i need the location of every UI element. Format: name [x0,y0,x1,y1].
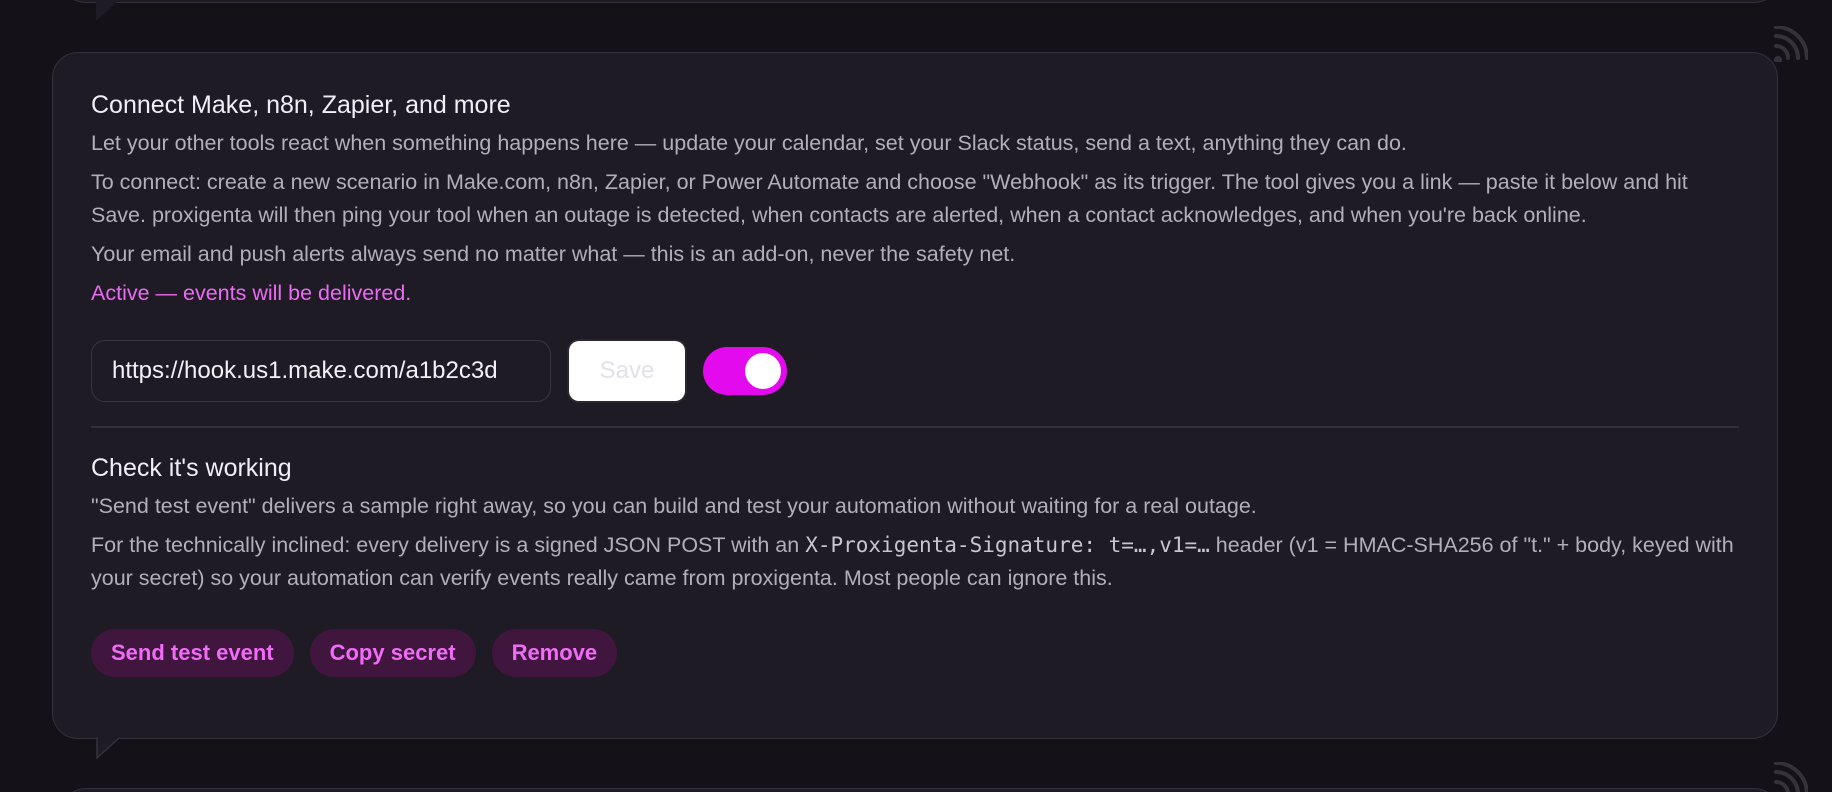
toggle-knob [745,353,781,389]
signature-header-code: X-Proxigenta-Signature: t=…,v1=… [805,532,1210,557]
webhook-card: Connect Make, n8n, Zapier, and more Let … [52,52,1778,739]
webhook-title: Connect Make, n8n, Zapier, and more [91,91,511,119]
check-technical-note: For the technically inclined: every deli… [91,529,1739,595]
check-test-description: "Send test event" delivers a sample righ… [91,493,1257,518]
webhook-actions: Send test event Copy secret Remove [91,628,1739,677]
send-test-event-button[interactable]: Send test event [91,628,294,677]
webhook-url-input[interactable] [91,340,551,402]
previous-card-tail [96,1,118,21]
remove-button[interactable]: Remove [491,628,618,677]
webhook-intro: Let your other tools react when somethin… [91,131,1407,155]
card-tail [96,737,120,759]
tech-note-prefix: For the technically inclined: every deli… [91,532,806,557]
rss-feed-icon [1774,26,1808,62]
webhook-url-row: Save [91,340,1739,402]
rss-feed-icon [1774,762,1808,792]
webhook-instructions: To connect: create a new scenario in Mak… [91,170,1688,227]
webhook-enabled-toggle[interactable] [703,347,787,395]
check-title: Check it's working [91,453,292,482]
previous-card-edge [60,0,1780,3]
next-card-edge [60,788,1780,792]
webhook-safety-note: Your email and push alerts always send n… [91,242,1016,266]
webhook-status: Active — events will be delivered. [91,281,412,305]
save-button[interactable]: Save [569,341,685,401]
page: Connect Make, n8n, Zapier, and more Let … [0,0,1832,792]
section-divider [91,426,1739,428]
copy-secret-button[interactable]: Copy secret [309,628,476,677]
